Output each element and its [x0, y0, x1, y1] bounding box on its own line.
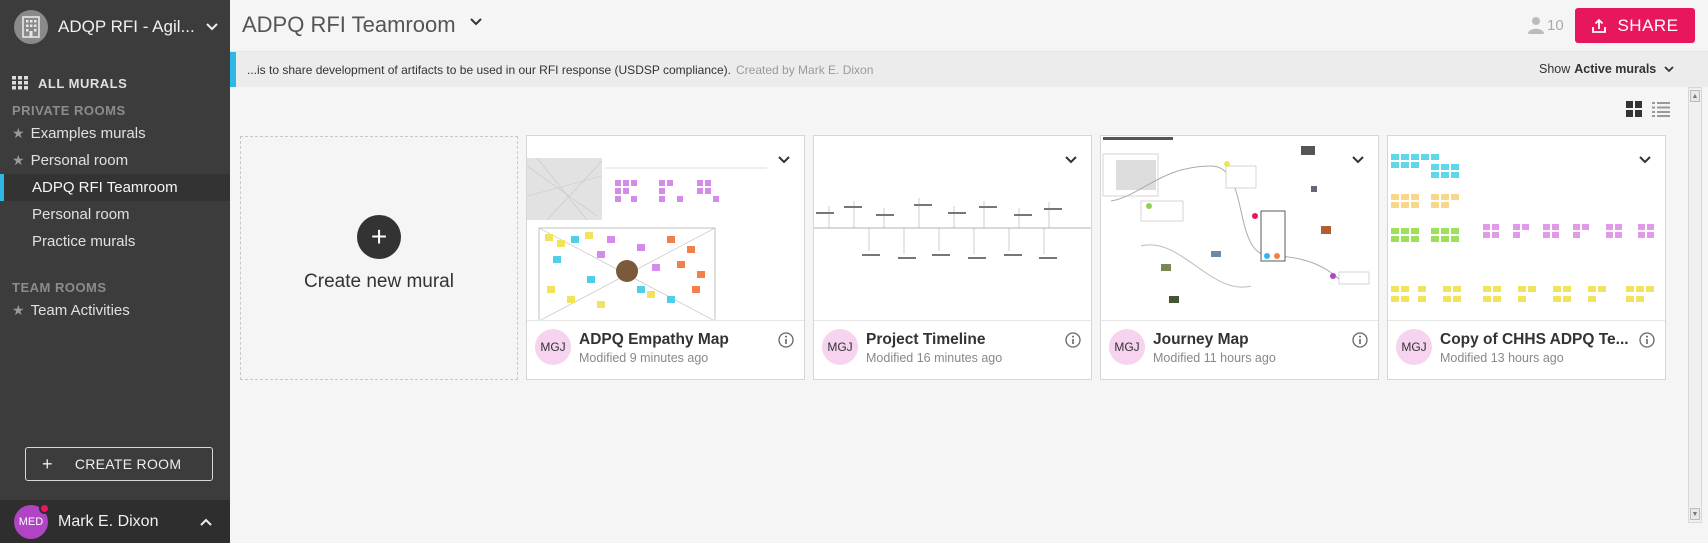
avatar: MGJ	[822, 329, 858, 365]
view-toggle	[1626, 101, 1670, 117]
mural-card[interactable]: MGJ ADPQ Empathy Map Modified 9 minutes …	[526, 135, 805, 380]
room-description: ...is to share development of artifacts …	[230, 52, 1708, 87]
create-room-button[interactable]: + CREATE ROOM	[25, 447, 213, 481]
chevron-down-icon[interactable]	[1639, 156, 1651, 164]
chevron-down-icon	[206, 23, 218, 31]
mural-title[interactable]: Copy of CHHS ADPQ Te...	[1440, 331, 1630, 349]
sidebar: ADQP RFI - Agil... ALL MURALS PRIVATE RO…	[0, 0, 230, 543]
scroll-up-button[interactable]: ▲	[1690, 90, 1700, 102]
chevron-up-icon	[200, 518, 212, 526]
user-icon	[1528, 17, 1544, 34]
private-rooms-heading: PRIVATE ROOMS	[12, 103, 126, 118]
header: ADPQ RFI Teamroom 10 SHARE	[230, 0, 1708, 52]
grid-view-icon[interactable]	[1626, 101, 1642, 117]
create-room-label: CREATE ROOM	[74, 456, 182, 472]
avatar: MGJ	[1396, 329, 1432, 365]
star-icon: ★	[12, 151, 25, 168]
all-murals-label: ALL MURALS	[38, 75, 128, 91]
chevron-down-icon[interactable]	[1065, 156, 1077, 164]
page-title: ADPQ RFI Teamroom	[242, 12, 456, 37]
plus-icon: +	[357, 215, 401, 259]
mural-card[interactable]: MGJ Journey Map Modified 11 hours ago	[1100, 135, 1379, 380]
sidebar-item-personal-room-sub[interactable]: Personal room	[0, 201, 230, 228]
workspace-name: ADQP RFI - Agil...	[58, 17, 195, 36]
mural-modified: Modified 16 minutes ago	[866, 351, 1003, 365]
team-rooms-heading: TEAM ROOMS	[12, 280, 107, 295]
chevron-down-icon[interactable]	[1352, 156, 1364, 164]
grid-icon	[12, 76, 28, 90]
scroll-down-button[interactable]: ▼	[1690, 508, 1700, 520]
all-murals-link[interactable]: ALL MURALS	[0, 72, 230, 94]
mural-title[interactable]: Journey Map	[1153, 331, 1343, 349]
plus-icon: +	[42, 453, 53, 474]
scrollbar[interactable]: ▲ ▼	[1688, 87, 1702, 523]
mural-modified: Modified 11 hours ago	[1153, 351, 1276, 365]
mural-thumbnail	[1101, 136, 1378, 321]
sidebar-item-personal-room[interactable]: ★ Personal room	[0, 147, 230, 173]
share-label: SHARE	[1617, 15, 1679, 35]
info-icon[interactable]	[1639, 332, 1655, 348]
info-icon[interactable]	[1352, 332, 1368, 348]
building-icon	[14, 10, 48, 44]
chevron-down-icon[interactable]	[778, 156, 790, 164]
description-text: ...is to share development of artifacts …	[247, 62, 732, 77]
mural-card[interactable]: MGJ Copy of CHHS ADPQ Te... Modified 13 …	[1387, 135, 1666, 380]
show-filter-value: Active murals	[1574, 62, 1657, 76]
sidebar-item-label: Personal room	[32, 206, 130, 223]
info-icon[interactable]	[1065, 332, 1081, 348]
mural-title[interactable]: ADPQ Empathy Map	[579, 331, 769, 349]
mural-thumbnail	[527, 136, 804, 321]
mural-modified: Modified 9 minutes ago	[579, 351, 709, 365]
sidebar-item-team-activities[interactable]: ★ Team Activities	[0, 297, 230, 323]
sidebar-item-label: Examples murals	[30, 124, 146, 142]
star-icon: ★	[12, 124, 25, 141]
create-mural-card[interactable]: + Create new mural	[240, 136, 518, 380]
sidebar-item-label: ADPQ RFI Teamroom	[32, 179, 178, 196]
chevron-down-icon	[1664, 65, 1674, 72]
show-filter-label: Show	[1539, 62, 1571, 76]
sidebar-item-adpq-rfi-teamroom[interactable]: ADPQ RFI Teamroom	[0, 174, 230, 201]
mural-thumbnail	[1388, 136, 1665, 321]
member-count[interactable]: 10	[1528, 16, 1564, 34]
mural-thumbnail	[814, 136, 1091, 321]
sidebar-item-examples-murals[interactable]: ★ Examples murals	[0, 120, 230, 146]
chevron-down-icon[interactable]	[470, 18, 482, 26]
description-author: Created by Mark E. Dixon	[736, 62, 874, 77]
sidebar-item-practice-murals[interactable]: Practice murals	[0, 228, 230, 255]
star-icon: ★	[12, 301, 25, 318]
create-mural-label: Create new mural	[304, 271, 454, 292]
info-icon[interactable]	[778, 332, 794, 348]
mural-modified: Modified 13 hours ago	[1440, 351, 1564, 365]
user-name: Mark E. Dixon	[58, 512, 159, 530]
user-menu[interactable]: MED Mark E. Dixon	[0, 500, 230, 543]
avatar: MED	[14, 502, 50, 539]
show-filter-dropdown[interactable]: Show Active murals	[1539, 62, 1674, 76]
mural-title[interactable]: Project Timeline	[866, 331, 1056, 349]
sidebar-item-label: Team Activities	[30, 301, 130, 319]
notification-dot	[39, 502, 50, 514]
share-button[interactable]: SHARE	[1575, 8, 1695, 43]
avatar-initials: MED	[18, 515, 44, 528]
share-icon	[1592, 18, 1607, 33]
sidebar-item-label: Practice murals	[32, 233, 136, 250]
member-count-value: 10	[1547, 16, 1564, 34]
sidebar-item-label: Personal room	[30, 151, 129, 169]
avatar: MGJ	[535, 329, 571, 365]
avatar: MGJ	[1109, 329, 1145, 365]
list-view-icon[interactable]	[1652, 101, 1670, 117]
workspace-switcher[interactable]: ADQP RFI - Agil...	[0, 0, 230, 54]
mural-card[interactable]: MGJ Project Timeline Modified 16 minutes…	[813, 135, 1092, 380]
